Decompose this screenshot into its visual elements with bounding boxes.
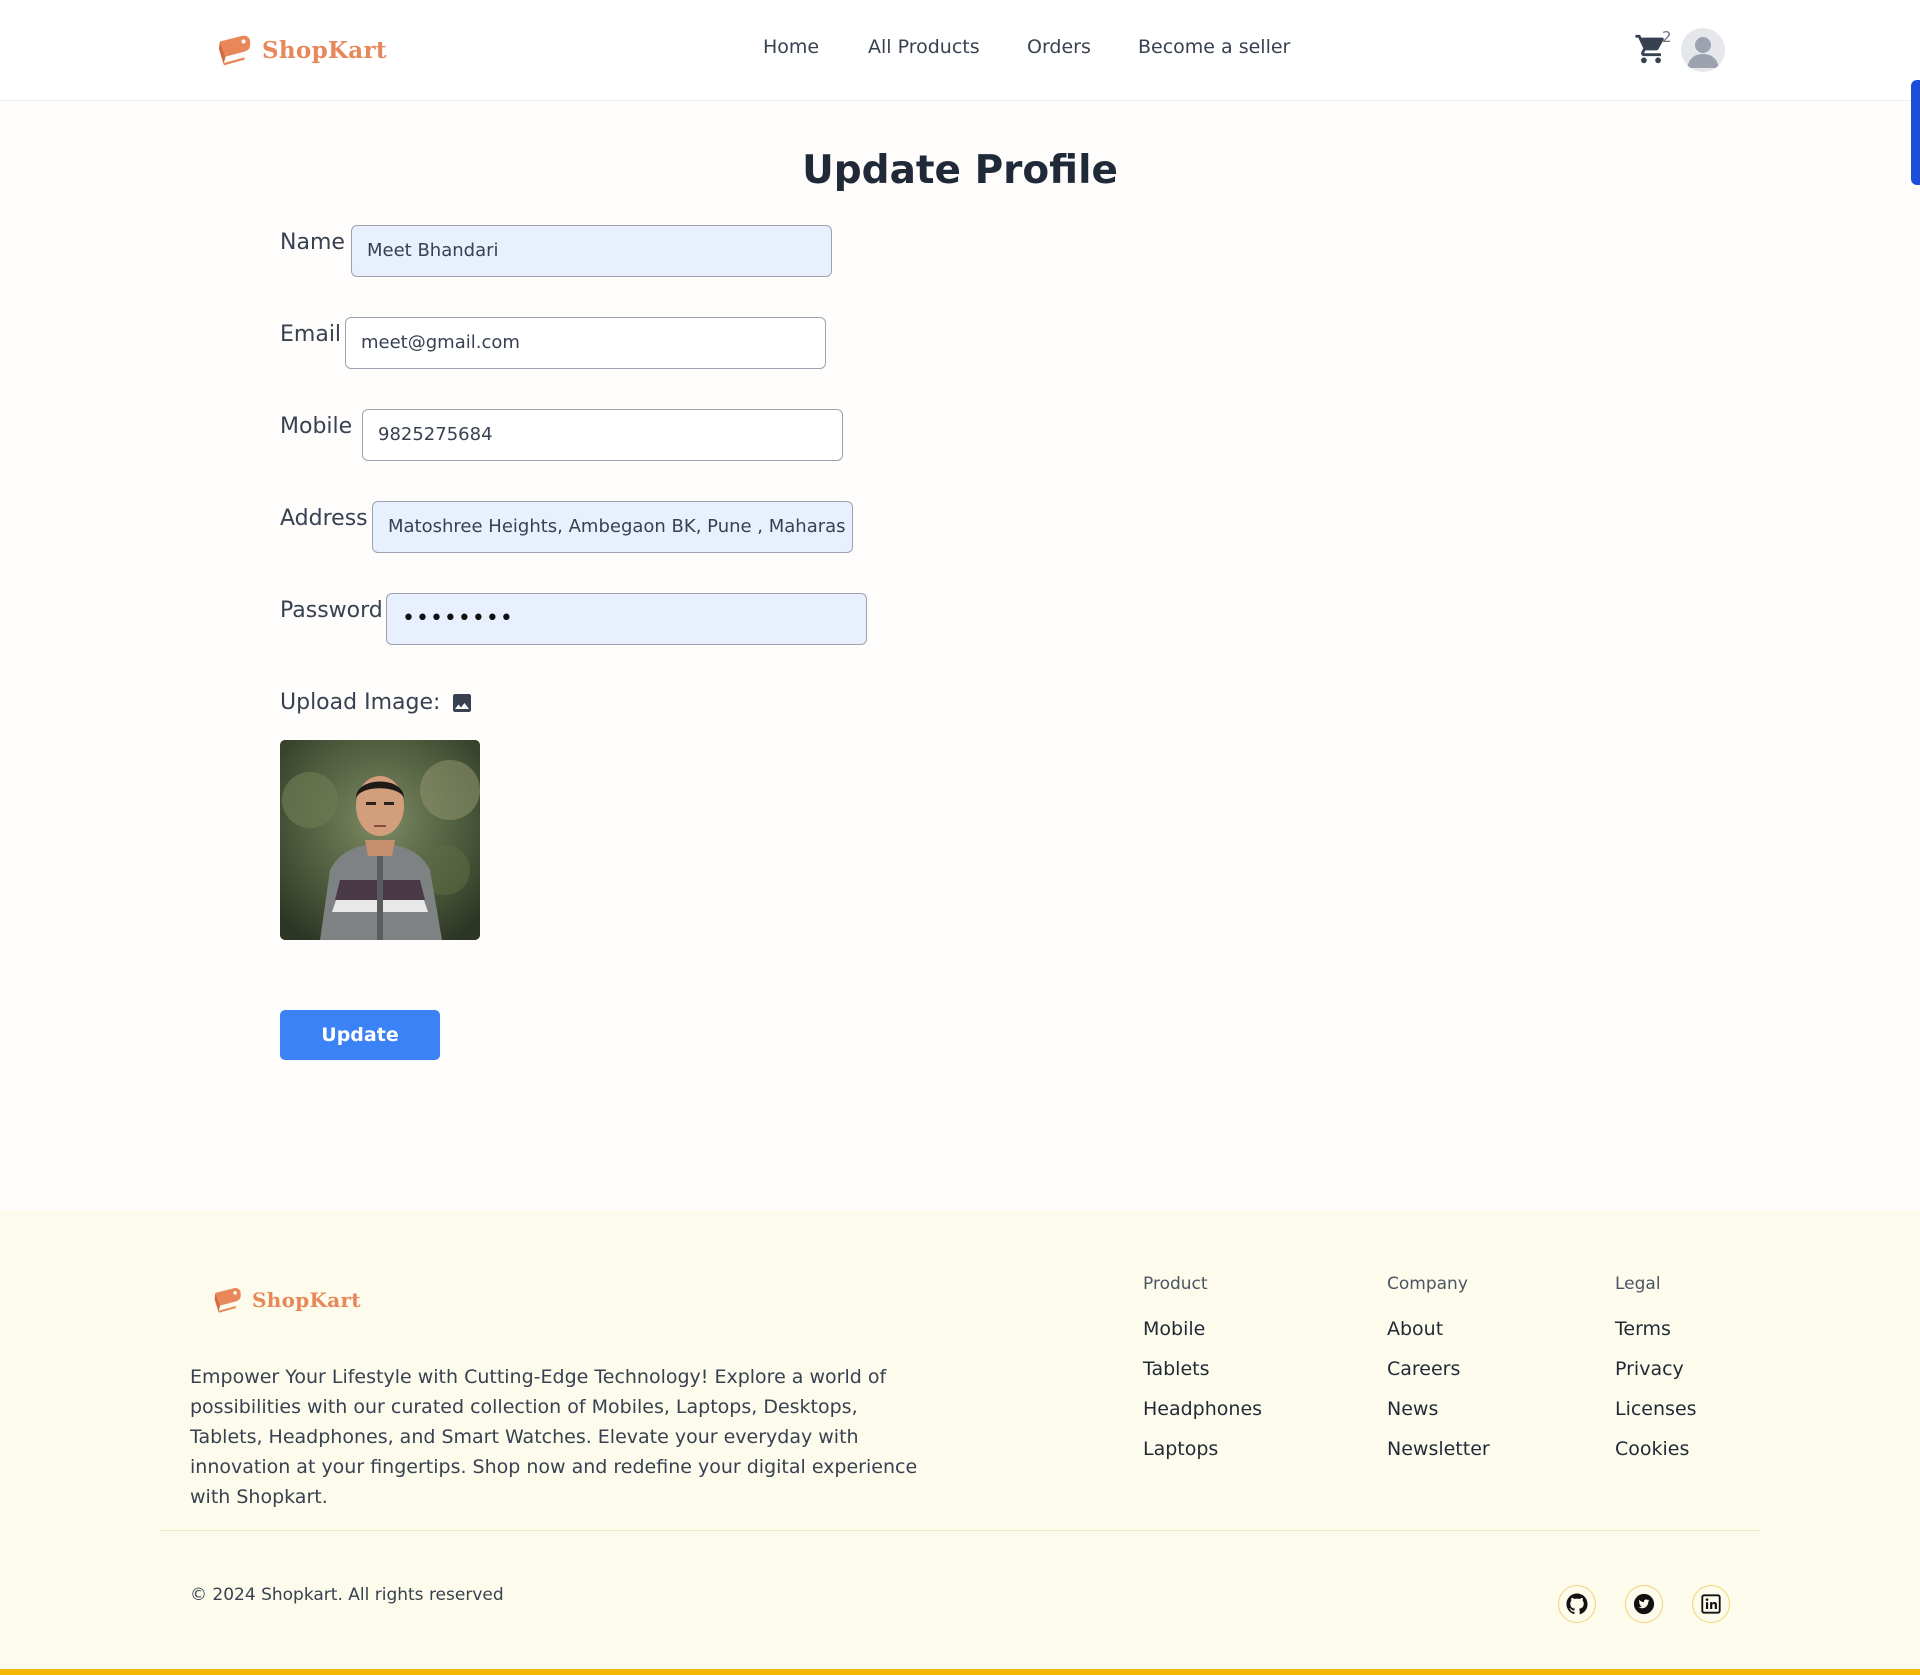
footer-link-licenses[interactable]: Licenses <box>1615 1398 1697 1420</box>
footer-link-cookies[interactable]: Cookies <box>1615 1438 1689 1460</box>
mobile-input[interactable]: 9825275684 <box>362 409 843 461</box>
footer-accent-bar <box>0 1669 1920 1675</box>
name-input[interactable]: Meet Bhandari <box>351 225 832 277</box>
nav-orders[interactable]: Orders <box>1027 36 1091 58</box>
update-button[interactable]: Update <box>280 1010 440 1060</box>
footer-link-laptops[interactable]: Laptops <box>1143 1438 1218 1460</box>
email-label: Email <box>280 322 342 347</box>
footer-divider <box>160 1530 1760 1531</box>
footer-heading-company: Company <box>1387 1274 1468 1294</box>
footer-link-headphones[interactable]: Headphones <box>1143 1398 1262 1420</box>
twitter-icon[interactable] <box>1625 1585 1663 1623</box>
footer-heading-legal: Legal <box>1615 1274 1661 1294</box>
footer-link-careers[interactable]: Careers <box>1387 1358 1460 1380</box>
footer-brand-name: ShopKart <box>252 1288 361 1312</box>
footer-link-terms[interactable]: Terms <box>1615 1318 1671 1340</box>
password-input[interactable]: •••••••• <box>386 593 867 645</box>
footer-logo[interactable]: ShopKart <box>212 1285 361 1315</box>
footer-link-privacy[interactable]: Privacy <box>1615 1358 1684 1380</box>
footer-link-about[interactable]: About <box>1387 1318 1443 1340</box>
nav-all-products[interactable]: All Products <box>868 36 980 58</box>
footer-link-news[interactable]: News <box>1387 1398 1438 1420</box>
profile-photo <box>280 740 480 940</box>
name-label: Name <box>280 230 345 255</box>
brand-name: ShopKart <box>262 36 387 64</box>
nav-become-seller[interactable]: Become a seller <box>1138 36 1290 58</box>
address-input[interactable]: Matoshree Heights, Ambegaon BK, Pune , M… <box>372 501 853 553</box>
footer-description: Empower Your Lifestyle with Cutting-Edge… <box>190 1366 918 1508</box>
footer-link-tablets[interactable]: Tablets <box>1143 1358 1209 1380</box>
shopping-tag-icon <box>218 35 251 66</box>
site-header: ShopKart Home All Products Orders Become… <box>0 0 1920 101</box>
upload-image-text: Upload Image: <box>280 690 441 715</box>
mobile-label: Mobile <box>280 414 353 439</box>
footer-link-newsletter[interactable]: Newsletter <box>1387 1438 1490 1460</box>
footer-link-mobile[interactable]: Mobile <box>1143 1318 1205 1340</box>
cart-count-badge: 2 <box>1662 28 1672 46</box>
copyright-text: © 2024 Shopkart. All rights reserved <box>190 1585 504 1605</box>
shopping-tag-icon <box>214 1288 241 1313</box>
address-label: Address <box>280 506 368 531</box>
github-icon[interactable] <box>1558 1585 1596 1623</box>
upload-image-label[interactable]: Upload Image: <box>280 690 474 715</box>
email-input[interactable]: meet@gmail.com <box>345 317 826 369</box>
nav-home[interactable]: Home <box>763 36 819 58</box>
linkedin-icon[interactable] <box>1692 1585 1730 1623</box>
footer-heading-product: Product <box>1143 1274 1208 1294</box>
user-avatar-icon[interactable] <box>1681 28 1725 72</box>
header-logo[interactable]: ShopKart <box>216 32 387 68</box>
password-label: Password <box>280 598 383 623</box>
site-footer: ShopKart Empower Your Lifestyle with Cut… <box>0 1210 1920 1675</box>
image-icon[interactable] <box>450 691 474 715</box>
page-title: Update Profile <box>802 148 1118 193</box>
